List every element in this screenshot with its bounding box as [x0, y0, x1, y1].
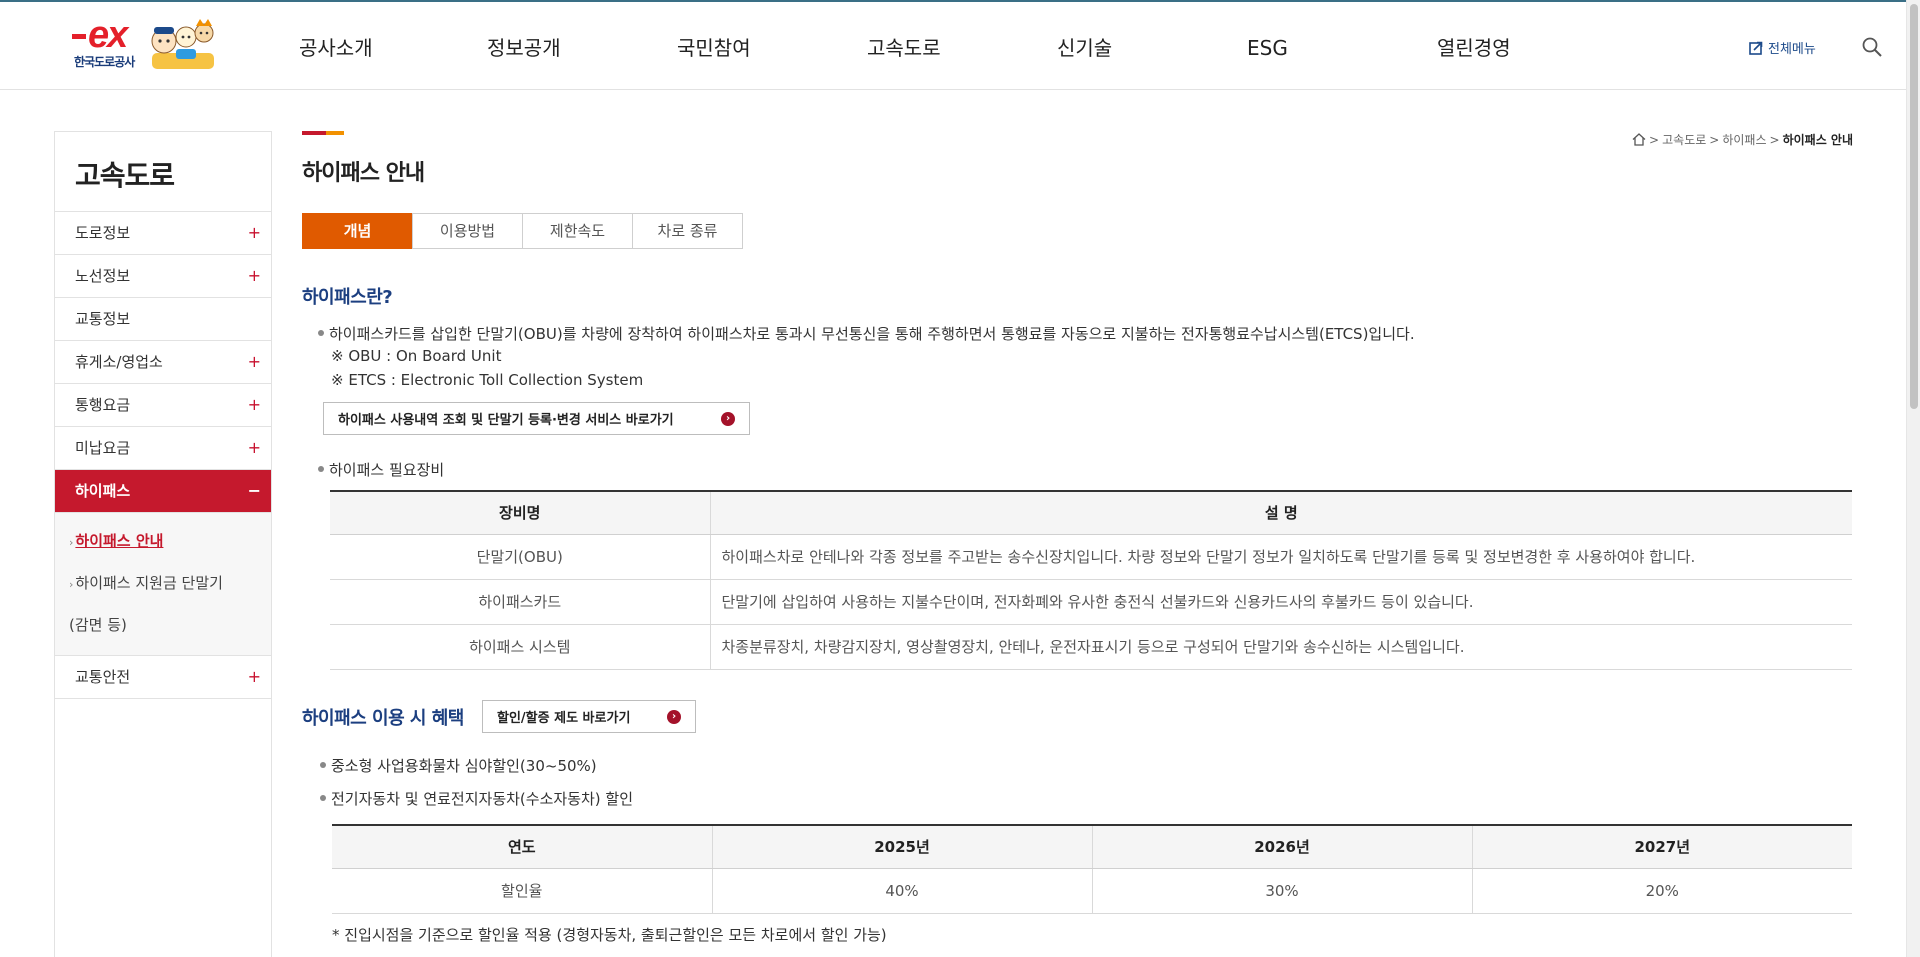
sidebar-item-toll[interactable]: 통행요금 + — [55, 384, 271, 427]
section-heading-benefits: 하이패스 이용 시 혜택 — [302, 708, 464, 729]
expand-icon: + — [247, 223, 261, 242]
title-decoration — [302, 131, 344, 135]
table-header: 2027년 — [1471, 825, 1852, 869]
tab-speed-limit[interactable]: 제한속도 — [522, 213, 633, 249]
table-cell: 단말기에 삽입하여 사용하는 지불수단이며, 전자화폐와 유사한 충전식 선불카… — [709, 579, 1852, 625]
table-cell: 하이패스 시스템 — [330, 624, 710, 670]
logo-mark: ex — [72, 15, 128, 55]
expand-icon: + — [247, 395, 261, 414]
sidebar-item-unpaid[interactable]: 미납요금 + — [55, 427, 271, 470]
nav-management[interactable]: 열린경영 — [1437, 2, 1627, 90]
collapse-icon: − — [247, 481, 261, 500]
discount-rate-table: 연도 2025년 2026년 2027년 할인율 40% 30% 20% — [332, 824, 1852, 914]
table-row: 단말기(OBU) 하이패스차로 안테나와 각종 정보를 주고받는 송수신장치입니… — [330, 534, 1852, 580]
page-scrollbar[interactable] — [1906, 0, 1920, 957]
table-header-row: 장비명 설 명 — [330, 491, 1852, 535]
arrow-icon: › — [69, 578, 74, 591]
site-logo[interactable]: ex 한국도로공사 — [72, 15, 222, 73]
discount-footnote: * 진입시점을 기준으로 할인율 적용 (경형자동차, 출퇴근할인은 모든 차로… — [332, 926, 887, 944]
all-menu-button[interactable]: 전체메뉴 — [1749, 38, 1816, 57]
nav-company[interactable]: 공사소개 — [299, 2, 487, 90]
expand-icon: + — [247, 266, 261, 285]
table-cell: 하이패스카드 — [330, 579, 710, 625]
table-header: 장비명 — [330, 491, 710, 535]
table-cell: 단말기(OBU) — [330, 534, 710, 580]
table-row: 하이패스카드 단말기에 삽입하여 사용하는 지불수단이며, 전자화폐와 유사한 … — [330, 579, 1852, 625]
content-tabs: 개념 이용방법 제한속도 차로 종류 — [302, 213, 743, 249]
expand-icon: + — [247, 438, 261, 457]
sidebar-item-traffic-info[interactable]: 교통정보 — [55, 298, 271, 341]
logo-subtitle: 한국도로공사 — [74, 55, 135, 69]
breadcrumb-hipass[interactable]: 하이패스 — [1722, 131, 1766, 148]
breadcrumb: > 고속도로 > 하이패스 > 하이패스 안내 — [1632, 131, 1853, 148]
table-header: 2026년 — [1091, 825, 1472, 869]
sidebar-item-road-info[interactable]: 도로정보 + — [55, 212, 271, 255]
breadcrumb-expressway[interactable]: 고속도로 — [1662, 131, 1706, 148]
arrow-icon: › — [69, 536, 74, 549]
tab-usage[interactable]: 이용방법 — [412, 213, 523, 249]
home-icon[interactable] — [1632, 133, 1646, 146]
all-menu-label: 전체메뉴 — [1768, 42, 1816, 57]
table-cell: 40% — [711, 868, 1092, 914]
sidebar-item-hipass[interactable]: 하이패스 − — [55, 470, 271, 513]
tab-lane-types[interactable]: 차로 종류 — [632, 213, 743, 249]
submenu-item-hipass-guide[interactable]: › 하이패스 안내 — [69, 521, 271, 563]
go-arrow-icon: › — [721, 411, 735, 426]
table-cell: 20% — [1471, 868, 1852, 914]
hipass-description: 하이패스카드를 삽입한 단말기(OBU)를 차량에 장착하여 하이패스차로 통과… — [318, 323, 1415, 344]
note-obu: ※ OBU : On Board Unit — [331, 347, 502, 365]
table-cell: 할인율 — [332, 868, 712, 914]
hipass-service-link-button[interactable]: 하이패스 사용내역 조회 및 단말기 등록·변경 서비스 바로가기 › — [323, 402, 750, 435]
table-header: 설 명 — [709, 491, 1852, 535]
global-nav: 공사소개 정보공개 국민참여 고속도로 신기술 ESG 열린경영 — [299, 2, 1627, 90]
page-title: 하이패스 안내 — [302, 161, 425, 186]
table-header: 연도 — [332, 825, 712, 869]
tab-concept[interactable]: 개념 — [302, 213, 413, 249]
submenu-item-hipass-subsidy[interactable]: › 하이패스 지원금 단말기 (감면 등) — [69, 563, 271, 645]
expand-icon: + — [247, 352, 261, 371]
nav-esg[interactable]: ESG — [1247, 2, 1437, 90]
scrollbar-thumb[interactable] — [1910, 4, 1918, 409]
table-header: 2025년 — [711, 825, 1092, 869]
note-etcs: ※ ETCS : Electronic Toll Collection Syst… — [331, 371, 644, 389]
nav-new-tech[interactable]: 신기술 — [1057, 2, 1247, 90]
table-cell: 하이패스차로 안테나와 각종 정보를 주고받는 송수신장치입니다. 차량 정보와… — [709, 534, 1852, 580]
section-heading-what-is-hipass: 하이패스란? — [302, 287, 393, 308]
equipment-label: 하이패스 필요장비 — [318, 459, 444, 480]
table-row: 할인율 40% 30% 20% — [332, 868, 1852, 914]
table-row: 하이패스 시스템 차종분류장치, 차량감지장치, 영상촬영장치, 안테나, 운전… — [330, 624, 1852, 670]
sidebar-item-traffic-safety[interactable]: 교통안전 + — [55, 656, 271, 699]
discount-system-link-button[interactable]: 할인/할증 제도 바로가기 › — [482, 700, 696, 733]
benefit-item: 중소형 사업용화물차 심야할인(30~50%) — [320, 755, 597, 776]
table-cell: 차종분류장치, 차량감지장치, 영상촬영장치, 안테나, 운전자표시기 등으로 … — [709, 624, 1852, 670]
sidebar-title: 고속도로 — [55, 132, 271, 212]
go-arrow-icon: › — [667, 709, 681, 724]
sidebar: 고속도로 도로정보 + 노선정보 + 교통정보 휴게소/영업소 + 통행요금 + 미납요… — [54, 131, 272, 957]
external-edit-icon — [1749, 41, 1763, 55]
site-header: ex 한국도로공사 공사소개 정보공개 국민참여 고속도로 신기술 ESG 열린… — [0, 2, 1920, 90]
nav-participation[interactable]: 국민참여 — [677, 2, 867, 90]
sidebar-item-route-info[interactable]: 노선정보 + — [55, 255, 271, 298]
table-header-row: 연도 2025년 2026년 2027년 — [332, 825, 1852, 869]
expand-icon: + — [247, 667, 261, 686]
sidebar-item-rest-area[interactable]: 휴게소/영업소 + — [55, 341, 271, 384]
search-icon[interactable] — [1861, 36, 1883, 58]
benefit-item: 전기자동차 및 연료전지자동차(수소자동차) 할인 — [320, 788, 633, 809]
mascot-icon — [151, 19, 214, 69]
nav-disclosure[interactable]: 정보공개 — [487, 2, 677, 90]
nav-expressway[interactable]: 고속도로 — [867, 2, 1057, 90]
breadcrumb-current: 하이패스 안내 — [1782, 133, 1853, 147]
equipment-table: 장비명 설 명 단말기(OBU) 하이패스차로 안테나와 각종 정보를 주고받는… — [330, 490, 1852, 670]
sidebar-submenu: › 하이패스 안내 › 하이패스 지원금 단말기 (감면 등) — [55, 513, 271, 656]
table-cell: 30% — [1091, 868, 1472, 914]
